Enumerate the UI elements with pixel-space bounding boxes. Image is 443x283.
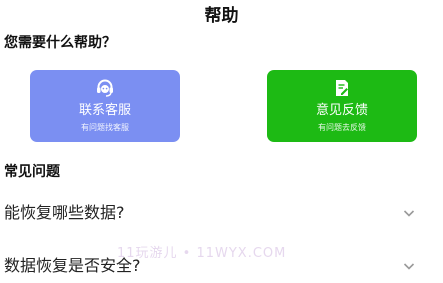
contact-service-subtitle: 有问题找客服 xyxy=(81,123,129,132)
headset-icon xyxy=(97,79,113,97)
faq-item[interactable]: 数据恢复是否安全? xyxy=(0,249,443,283)
page-title: 帮助 xyxy=(204,6,239,26)
help-section-heading: 您需要什么帮助？ xyxy=(4,35,116,51)
feedback-subtitle: 有问题去反馈 xyxy=(318,123,366,132)
faq-question: 数据恢复是否安全? xyxy=(4,256,141,275)
feedback-title: 意见反馈 xyxy=(315,103,368,118)
faq-item[interactable]: 能恢复哪些数据? xyxy=(0,196,443,230)
faq-heading: 常见问题 xyxy=(4,164,60,180)
contact-service-title: 联系客服 xyxy=(78,103,131,118)
feedback-edit-icon xyxy=(336,80,348,96)
contact-service-button[interactable]: 联系客服 有问题找客服 xyxy=(30,70,180,142)
chevron-down-icon xyxy=(403,263,415,270)
faq-question: 能恢复哪些数据? xyxy=(4,203,125,222)
feedback-button[interactable]: 意见反馈 有问题去反馈 xyxy=(267,70,417,142)
chevron-down-icon xyxy=(403,210,415,217)
